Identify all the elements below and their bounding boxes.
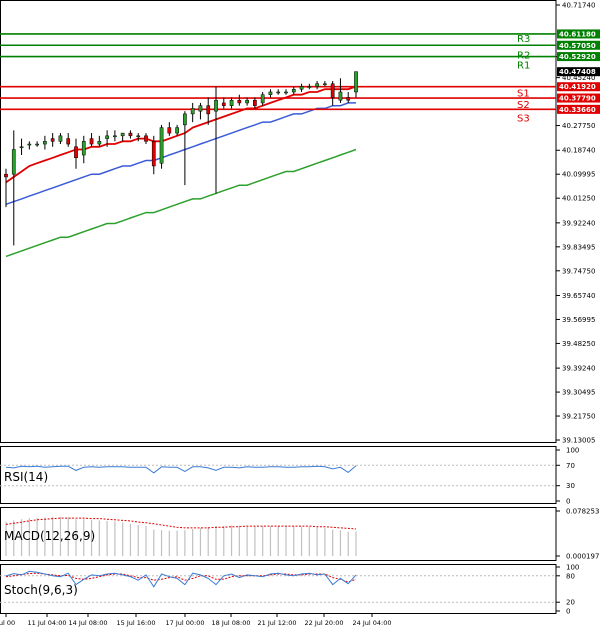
candle-body bbox=[19, 146, 24, 149]
level-price-text-s3: 40.33660 bbox=[559, 106, 596, 114]
candle-body bbox=[276, 91, 281, 94]
candle-body bbox=[268, 91, 273, 95]
stoch-ytick-label: 100 bbox=[566, 564, 579, 572]
candle-body bbox=[144, 135, 148, 142]
stoch-label: Stoch(9,6,3) bbox=[4, 583, 78, 597]
candle-body bbox=[354, 71, 358, 93]
xtick-label: 18 Jul 08:00 bbox=[212, 619, 251, 627]
xtick-label: 14 Jul 08:00 bbox=[69, 619, 108, 627]
candle-body bbox=[245, 99, 249, 104]
macd-ytick-label: 0.000197 bbox=[566, 553, 599, 561]
candle-body bbox=[128, 132, 133, 137]
price-ytick-label: 40.18740 bbox=[562, 147, 595, 155]
candle-body bbox=[43, 141, 47, 145]
level-price-text-r1: 40.52920 bbox=[559, 53, 596, 61]
candle-body bbox=[11, 149, 16, 175]
xtick-label: Jul 00 bbox=[0, 619, 15, 627]
level-label-s2: S2 bbox=[517, 100, 530, 111]
price-ytick-label: 40.01250 bbox=[562, 195, 595, 203]
price-ytick-label: 39.30495 bbox=[562, 389, 595, 397]
candle-body bbox=[284, 91, 288, 94]
candle-body bbox=[175, 127, 179, 134]
candle-body bbox=[346, 97, 351, 101]
candle-body bbox=[89, 138, 94, 145]
level-price-text-s2: 40.37790 bbox=[559, 95, 596, 103]
macd-label: MACD(12,26,9) bbox=[4, 529, 95, 543]
xtick-label: 15 Jul 16:00 bbox=[117, 619, 156, 627]
candle-body bbox=[167, 127, 172, 134]
candle-body bbox=[260, 94, 265, 104]
candle-body bbox=[229, 99, 234, 106]
candle-body bbox=[97, 141, 102, 145]
candle-body bbox=[120, 132, 125, 137]
price-ytick-label: 39.56995 bbox=[562, 316, 595, 324]
panel-frame-stoch bbox=[0, 564, 557, 614]
level-label-r3: R3 bbox=[517, 34, 530, 45]
candle-body bbox=[35, 143, 39, 146]
price-ytick-label: 39.74750 bbox=[562, 267, 595, 275]
stoch-ytick-label: 20 bbox=[566, 599, 575, 607]
price-ytick-label: 39.13005 bbox=[562, 437, 595, 445]
level-price-text-r2: 40.57050 bbox=[559, 42, 596, 50]
stoch-ytick-label: 0 bbox=[566, 608, 570, 616]
candle-body bbox=[136, 135, 141, 138]
level-label-s1: S1 bbox=[517, 89, 530, 100]
stoch-ytick-label: 80 bbox=[566, 572, 575, 580]
candle-body bbox=[151, 141, 156, 167]
xtick-label: 22 Jul 20:00 bbox=[305, 619, 344, 627]
rsi-label: RSI(14) bbox=[4, 470, 48, 484]
candle-body bbox=[253, 99, 257, 106]
candle-body bbox=[183, 113, 187, 126]
forex-chart: 40.7174040.5292040.4524040.2775040.18740… bbox=[0, 0, 600, 627]
candle-body bbox=[113, 135, 117, 138]
candle-body bbox=[291, 88, 296, 93]
price-ytick-label: 39.39240 bbox=[562, 365, 595, 373]
candle-body bbox=[27, 143, 32, 146]
candle-body bbox=[198, 105, 203, 112]
level-label-s3: S3 bbox=[517, 113, 530, 124]
xtick-label: 24 Jul 04:00 bbox=[353, 619, 392, 627]
rsi-ytick-label: 30 bbox=[566, 482, 575, 490]
candle-body bbox=[66, 138, 71, 145]
candle-body bbox=[4, 173, 8, 178]
candle-body bbox=[330, 83, 335, 98]
candle-body bbox=[50, 138, 55, 142]
rsi-ytick-label: 70 bbox=[566, 462, 575, 470]
xtick-label: 21 Jul 12:00 bbox=[258, 619, 297, 627]
panel-frame-rsi bbox=[0, 446, 557, 504]
candle-body bbox=[237, 99, 242, 104]
candle-body bbox=[315, 83, 319, 87]
candle-body bbox=[190, 108, 195, 115]
price-ytick-label: 39.92240 bbox=[562, 219, 595, 227]
price-ytick-label: 40.27750 bbox=[562, 122, 595, 130]
candle-body bbox=[74, 146, 78, 159]
price-ytick-label: 40.71740 bbox=[562, 2, 595, 10]
candle-body bbox=[299, 86, 304, 90]
candle-body bbox=[105, 135, 109, 139]
level-price-text-r3: 40.61180 bbox=[559, 30, 596, 38]
price-ytick-label: 39.48250 bbox=[562, 340, 595, 348]
rsi-ytick-label: 0 bbox=[566, 498, 570, 506]
candle-body bbox=[338, 91, 343, 101]
xtick-label: 17 Jul 00:00 bbox=[166, 619, 205, 627]
current-price-text: 40.47408 bbox=[559, 68, 596, 76]
xtick-label: 11 Jul 04:00 bbox=[28, 619, 67, 627]
price-ytick-label: 40.09995 bbox=[562, 171, 595, 179]
price-ytick-label: 39.65740 bbox=[562, 292, 595, 300]
candle-body bbox=[214, 99, 218, 112]
price-ytick-label: 39.83495 bbox=[562, 243, 595, 251]
candle-body bbox=[323, 83, 327, 86]
candle-body bbox=[81, 141, 86, 156]
candle-body bbox=[221, 102, 226, 106]
rsi-ytick-label: 100 bbox=[566, 447, 579, 455]
candle-body bbox=[58, 135, 63, 142]
panel-frame-price bbox=[0, 0, 557, 443]
candle-body bbox=[159, 127, 164, 164]
level-price-text-s1: 40.41920 bbox=[559, 83, 596, 91]
price-ytick-label: 39.21750 bbox=[562, 413, 595, 421]
candle-body bbox=[307, 86, 312, 88]
macd-ytick-label: 0.078253 bbox=[566, 508, 599, 516]
level-label-r1: R1 bbox=[517, 61, 530, 72]
candle-body bbox=[206, 105, 211, 115]
